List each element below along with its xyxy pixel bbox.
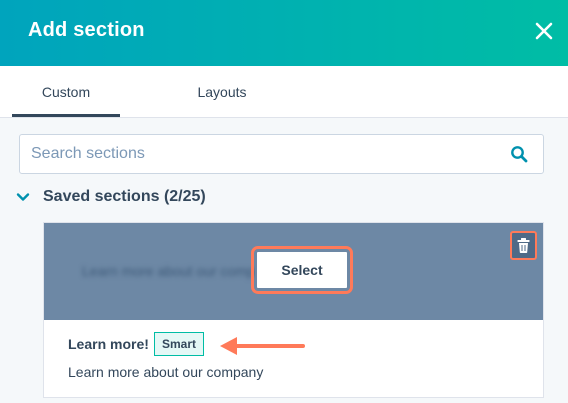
tab-layouts[interactable]: Layouts <box>168 66 276 118</box>
search-input[interactable] <box>20 135 500 173</box>
saved-section-card: Learn more about our company Select Lear… <box>43 222 544 398</box>
saved-sections-label: Saved sections (2/25) <box>43 188 206 205</box>
smart-badge: Smart <box>154 332 205 356</box>
section-title: Learn more! <box>68 336 149 352</box>
chevron-down-icon <box>16 193 30 201</box>
section-description: Learn more about our company <box>68 364 264 380</box>
trash-icon <box>517 238 530 253</box>
annotation-arrow-icon <box>220 337 305 355</box>
select-button[interactable]: Select <box>251 246 353 294</box>
section-preview: Learn more about our company Select <box>44 223 543 320</box>
saved-sections-toggle[interactable]: Saved sections (2/25) <box>16 184 206 210</box>
tab-bar: Custom Layouts <box>0 66 568 118</box>
search-box <box>19 134 544 174</box>
close-icon <box>535 22 553 40</box>
preview-text: Learn more about our company <box>82 263 278 279</box>
search-icon[interactable] <box>510 145 528 163</box>
delete-section-button[interactable] <box>510 231 537 260</box>
panel-header: Add section <box>0 0 568 66</box>
close-button[interactable] <box>526 13 562 49</box>
panel-title: Add section <box>28 19 145 41</box>
tab-custom[interactable]: Custom <box>12 66 120 118</box>
active-tab-indicator <box>12 114 120 117</box>
